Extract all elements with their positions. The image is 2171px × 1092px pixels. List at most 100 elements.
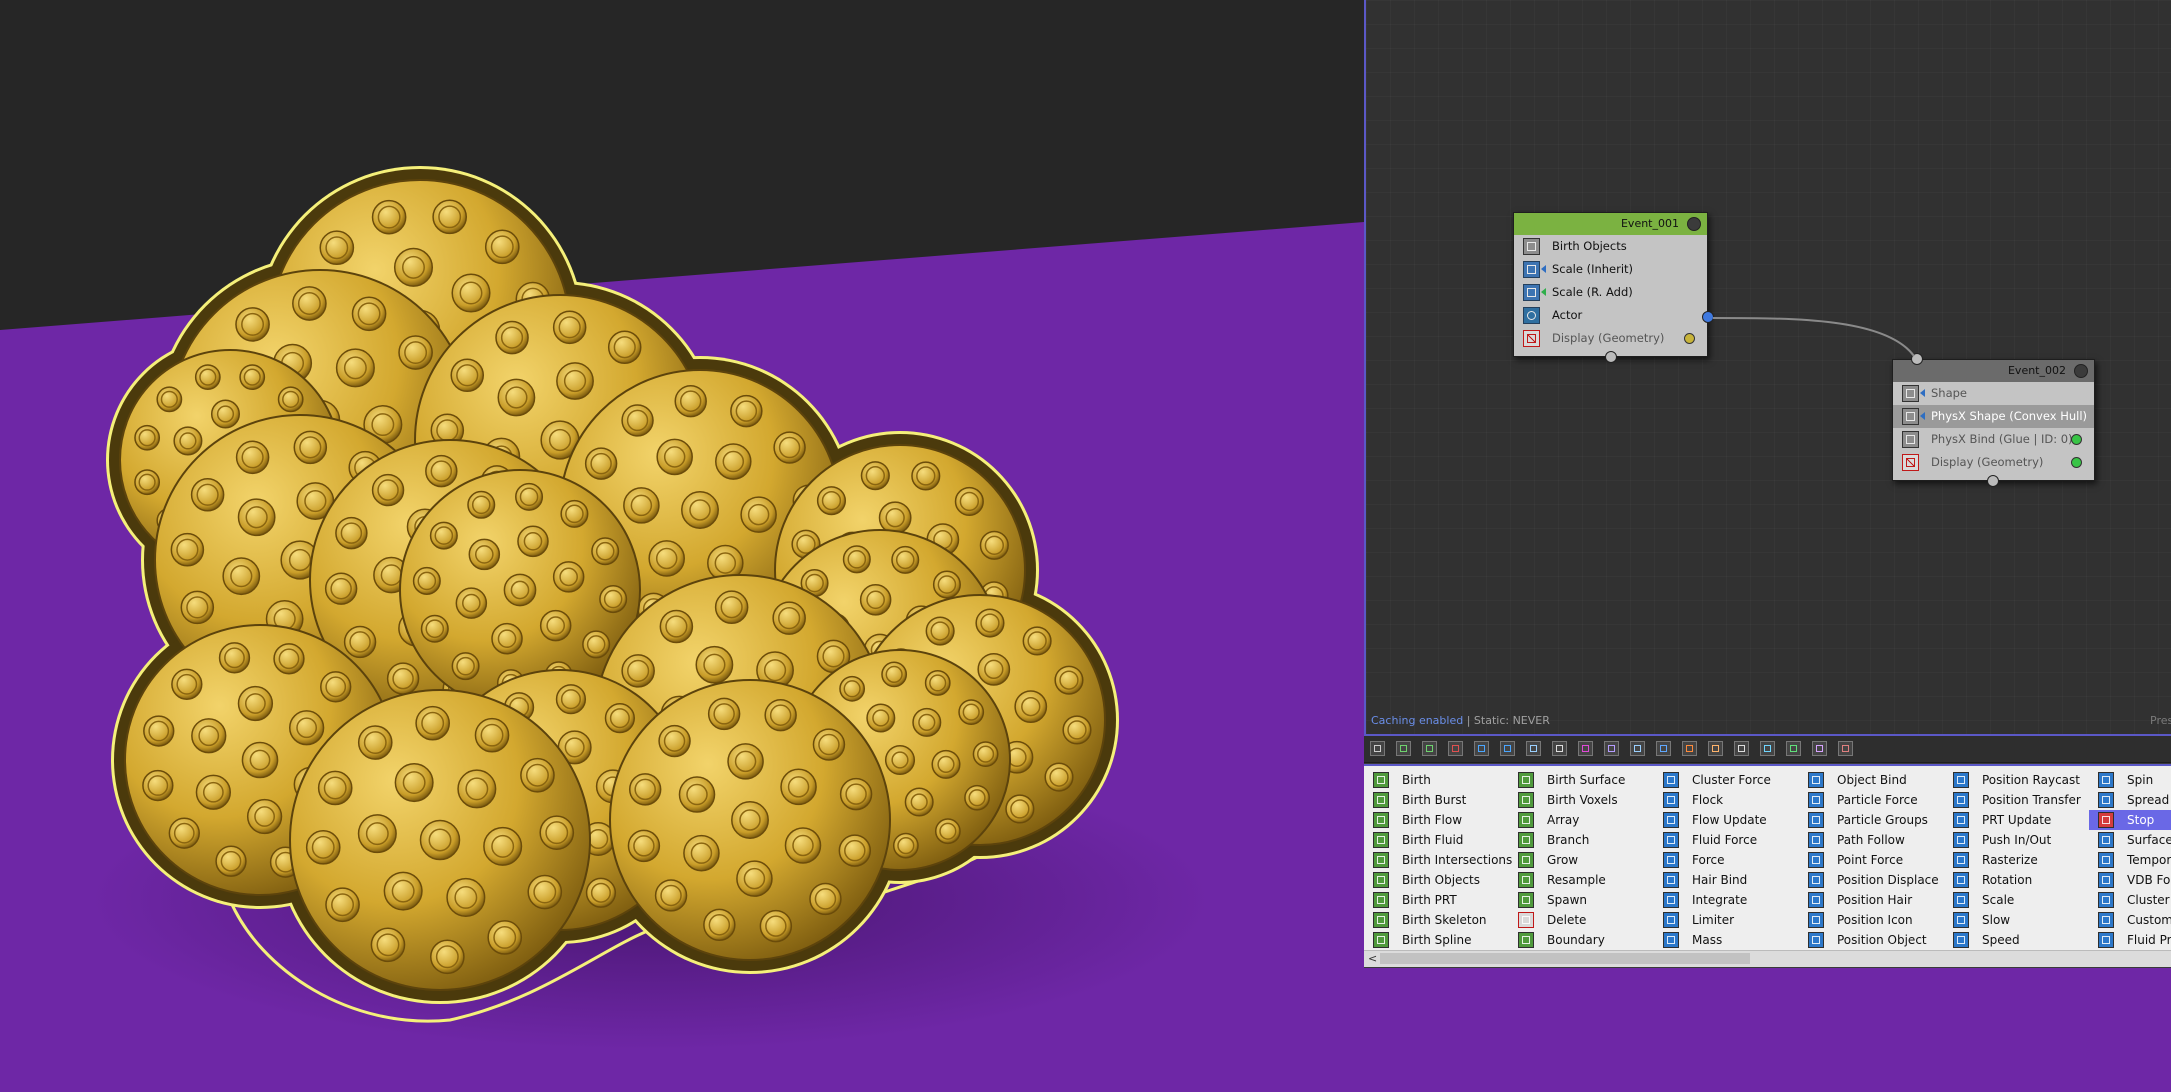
operator-actor[interactable]: Actor — [1514, 304, 1707, 327]
depot-item-position-object[interactable]: Position Object — [1799, 930, 1944, 950]
depot-item-rasterize[interactable]: Rasterize — [1944, 850, 2089, 870]
event-header[interactable]: Event_002 — [1893, 360, 2094, 382]
depot-item-prt-update[interactable]: PRT Update — [1944, 810, 2089, 830]
cache-icon[interactable] — [1838, 741, 1853, 756]
operator-depot[interactable]: Birth Birth Burst Birth Flow Birth Fluid Bir… — [1364, 736, 2171, 968]
3d-viewport[interactable] — [0, 0, 1364, 1092]
depot-item-point-force[interactable]: Point Force — [1799, 850, 1944, 870]
event-header[interactable]: Event_001 — [1514, 213, 1707, 235]
birth-alt-icon[interactable] — [1422, 741, 1437, 756]
depot-item-birth[interactable]: Birth — [1364, 770, 1509, 790]
depot-item-birth-prt[interactable]: Birth PRT — [1364, 890, 1509, 910]
depot-item-slow[interactable]: Slow — [1944, 910, 2089, 930]
depot-item-birth-skeleton[interactable]: Birth Skeleton — [1364, 910, 1509, 930]
display-color-swatch[interactable] — [2071, 457, 2082, 468]
depot-item-position-hair[interactable]: Position Hair — [1799, 890, 1944, 910]
depot-item-stop[interactable]: Stop — [2089, 810, 2171, 830]
depot-item-birth-flow[interactable]: Birth Flow — [1364, 810, 1509, 830]
depot-item-speed[interactable]: Speed — [1944, 930, 2089, 950]
shape-icon[interactable] — [1630, 741, 1645, 756]
depot-item-birth-intersections[interactable]: Birth Intersections — [1364, 850, 1512, 870]
operator-display-geometry[interactable]: Display (Geometry) — [1893, 451, 2094, 474]
horizontal-scrollbar[interactable]: < — [1364, 950, 2171, 967]
particle-flow-editor[interactable]: Event_001 Birth Objects Scale (Inherit) … — [1364, 0, 2171, 736]
light-bulb-icon[interactable] — [1687, 217, 1701, 231]
depot-item-mass[interactable]: Mass — [1654, 930, 1799, 950]
depot-item-grow[interactable]: Grow — [1509, 850, 1654, 870]
flock-icon[interactable] — [1500, 741, 1515, 756]
depot-item-integrate[interactable]: Integrate — [1654, 890, 1799, 910]
depot-item-delete[interactable]: Delete — [1509, 910, 1654, 930]
depot-item-array[interactable]: Array — [1509, 810, 1654, 830]
scrollbar-thumb[interactable] — [1380, 953, 1750, 964]
depot-item-surface-i[interactable]: Surface I — [2089, 830, 2171, 850]
depot-operator-list[interactable]: Birth Birth Burst Birth Flow Birth Fluid Bir… — [1364, 764, 2171, 950]
depot-item-fluid-force[interactable]: Fluid Force — [1654, 830, 1799, 850]
speed-icon[interactable] — [1708, 741, 1723, 756]
birth-icon[interactable] — [1396, 741, 1411, 756]
depot-item-position-icon[interactable]: Position Icon — [1799, 910, 1944, 930]
event-output-socket[interactable] — [1987, 475, 1999, 487]
orange-icon[interactable] — [1682, 741, 1697, 756]
depot-item-push-in-out[interactable]: Push In/Out — [1944, 830, 2089, 850]
depot-item-particle-force[interactable]: Particle Force — [1799, 790, 1944, 810]
depot-item-scale[interactable]: Scale — [1944, 890, 2089, 910]
event-output-socket[interactable] — [1605, 351, 1617, 363]
particle-icon[interactable] — [1604, 741, 1619, 756]
depot-item-position-raycast[interactable]: Position Raycast — [1944, 770, 2089, 790]
depot-item-birth-objects[interactable]: Birth Objects — [1364, 870, 1509, 890]
blue-icon[interactable] — [1656, 741, 1671, 756]
depot-item-branch[interactable]: Branch — [1509, 830, 1654, 850]
depot-item-spread[interactable]: Spread — [2089, 790, 2171, 810]
actor-output-socket[interactable] — [1702, 311, 1714, 323]
operator-scale-r-add[interactable]: Scale (R. Add) — [1514, 281, 1707, 304]
depot-item-cluster[interactable]: Cluster — [2089, 890, 2171, 910]
event-node-event-002[interactable]: Event_002 Shape PhysX Shape (Convex Hull… — [1892, 353, 2095, 487]
light-bulb-icon[interactable] — [2074, 364, 2088, 378]
map-icon[interactable] — [1760, 741, 1775, 756]
operator-display-geometry[interactable]: Display (Geometry) — [1514, 327, 1707, 350]
depot-item-flow-update[interactable]: Flow Update — [1654, 810, 1799, 830]
force-icon[interactable] — [1474, 741, 1489, 756]
depot-item-spin[interactable]: Spin — [2089, 770, 2171, 790]
path-icon[interactable] — [1526, 741, 1541, 756]
operator-physx-bind[interactable]: PhysX Bind (Glue | ID: 0) — [1893, 428, 2094, 451]
display-color-swatch[interactable] — [1684, 333, 1695, 344]
depot-item-cluster-force[interactable]: Cluster Force — [1654, 770, 1799, 790]
depot-item-fluid-pro[interactable]: Fluid Pro — [2089, 930, 2171, 950]
depot-item-birth-spline[interactable]: Birth Spline — [1364, 930, 1509, 950]
operator-birth-objects[interactable]: Birth Objects — [1514, 235, 1707, 258]
depot-item-custom[interactable]: Custom — [2089, 910, 2171, 930]
event-input-socket[interactable] — [1911, 353, 1923, 365]
depot-item-boundary[interactable]: Boundary — [1509, 930, 1654, 950]
scroll-left-button[interactable]: < — [1368, 953, 1377, 965]
depot-item-spawn[interactable]: Spawn — [1509, 890, 1654, 910]
grid-icon[interactable] — [1552, 741, 1567, 756]
depot-item-tempora[interactable]: Tempora — [2089, 850, 2171, 870]
event-node-event-001[interactable]: Event_001 Birth Objects Scale (Inherit) … — [1513, 212, 1714, 363]
depot-item-object-bind[interactable]: Object Bind — [1799, 770, 1944, 790]
depot-item-vdb-forc[interactable]: VDB Forc — [2089, 870, 2171, 890]
depot-item-birth-fluid[interactable]: Birth Fluid — [1364, 830, 1509, 850]
script-icon[interactable] — [1734, 741, 1749, 756]
depot-item-birth-burst[interactable]: Birth Burst — [1364, 790, 1509, 810]
mass-icon[interactable] — [1812, 741, 1827, 756]
all-operators-icon[interactable] — [1370, 741, 1385, 756]
operator-physx-shape[interactable]: PhysX Shape (Convex Hull) — [1893, 405, 2094, 428]
depot-item-flock[interactable]: Flock — [1654, 790, 1799, 810]
depot-item-particle-groups[interactable]: Particle Groups — [1799, 810, 1944, 830]
depot-item-position-transfer[interactable]: Position Transfer — [1944, 790, 2089, 810]
operator-shape[interactable]: Shape — [1893, 382, 2094, 405]
depot-item-force[interactable]: Force — [1654, 850, 1799, 870]
depot-item-path-follow[interactable]: Path Follow — [1799, 830, 1944, 850]
depot-item-rotation[interactable]: Rotation — [1944, 870, 2089, 890]
depot-item-hair-bind[interactable]: Hair Bind — [1654, 870, 1799, 890]
magenta-icon[interactable] — [1578, 741, 1593, 756]
depot-item-resample[interactable]: Resample — [1509, 870, 1654, 890]
next-icon[interactable] — [1786, 741, 1801, 756]
depot-item-position-displace[interactable]: Position Displace — [1799, 870, 1944, 890]
delete-icon[interactable] — [1448, 741, 1463, 756]
depot-item-birth-voxels[interactable]: Birth Voxels — [1509, 790, 1654, 810]
operator-scale-inherit[interactable]: Scale (Inherit) — [1514, 258, 1707, 281]
depot-item-birth-surface[interactable]: Birth Surface — [1509, 770, 1654, 790]
